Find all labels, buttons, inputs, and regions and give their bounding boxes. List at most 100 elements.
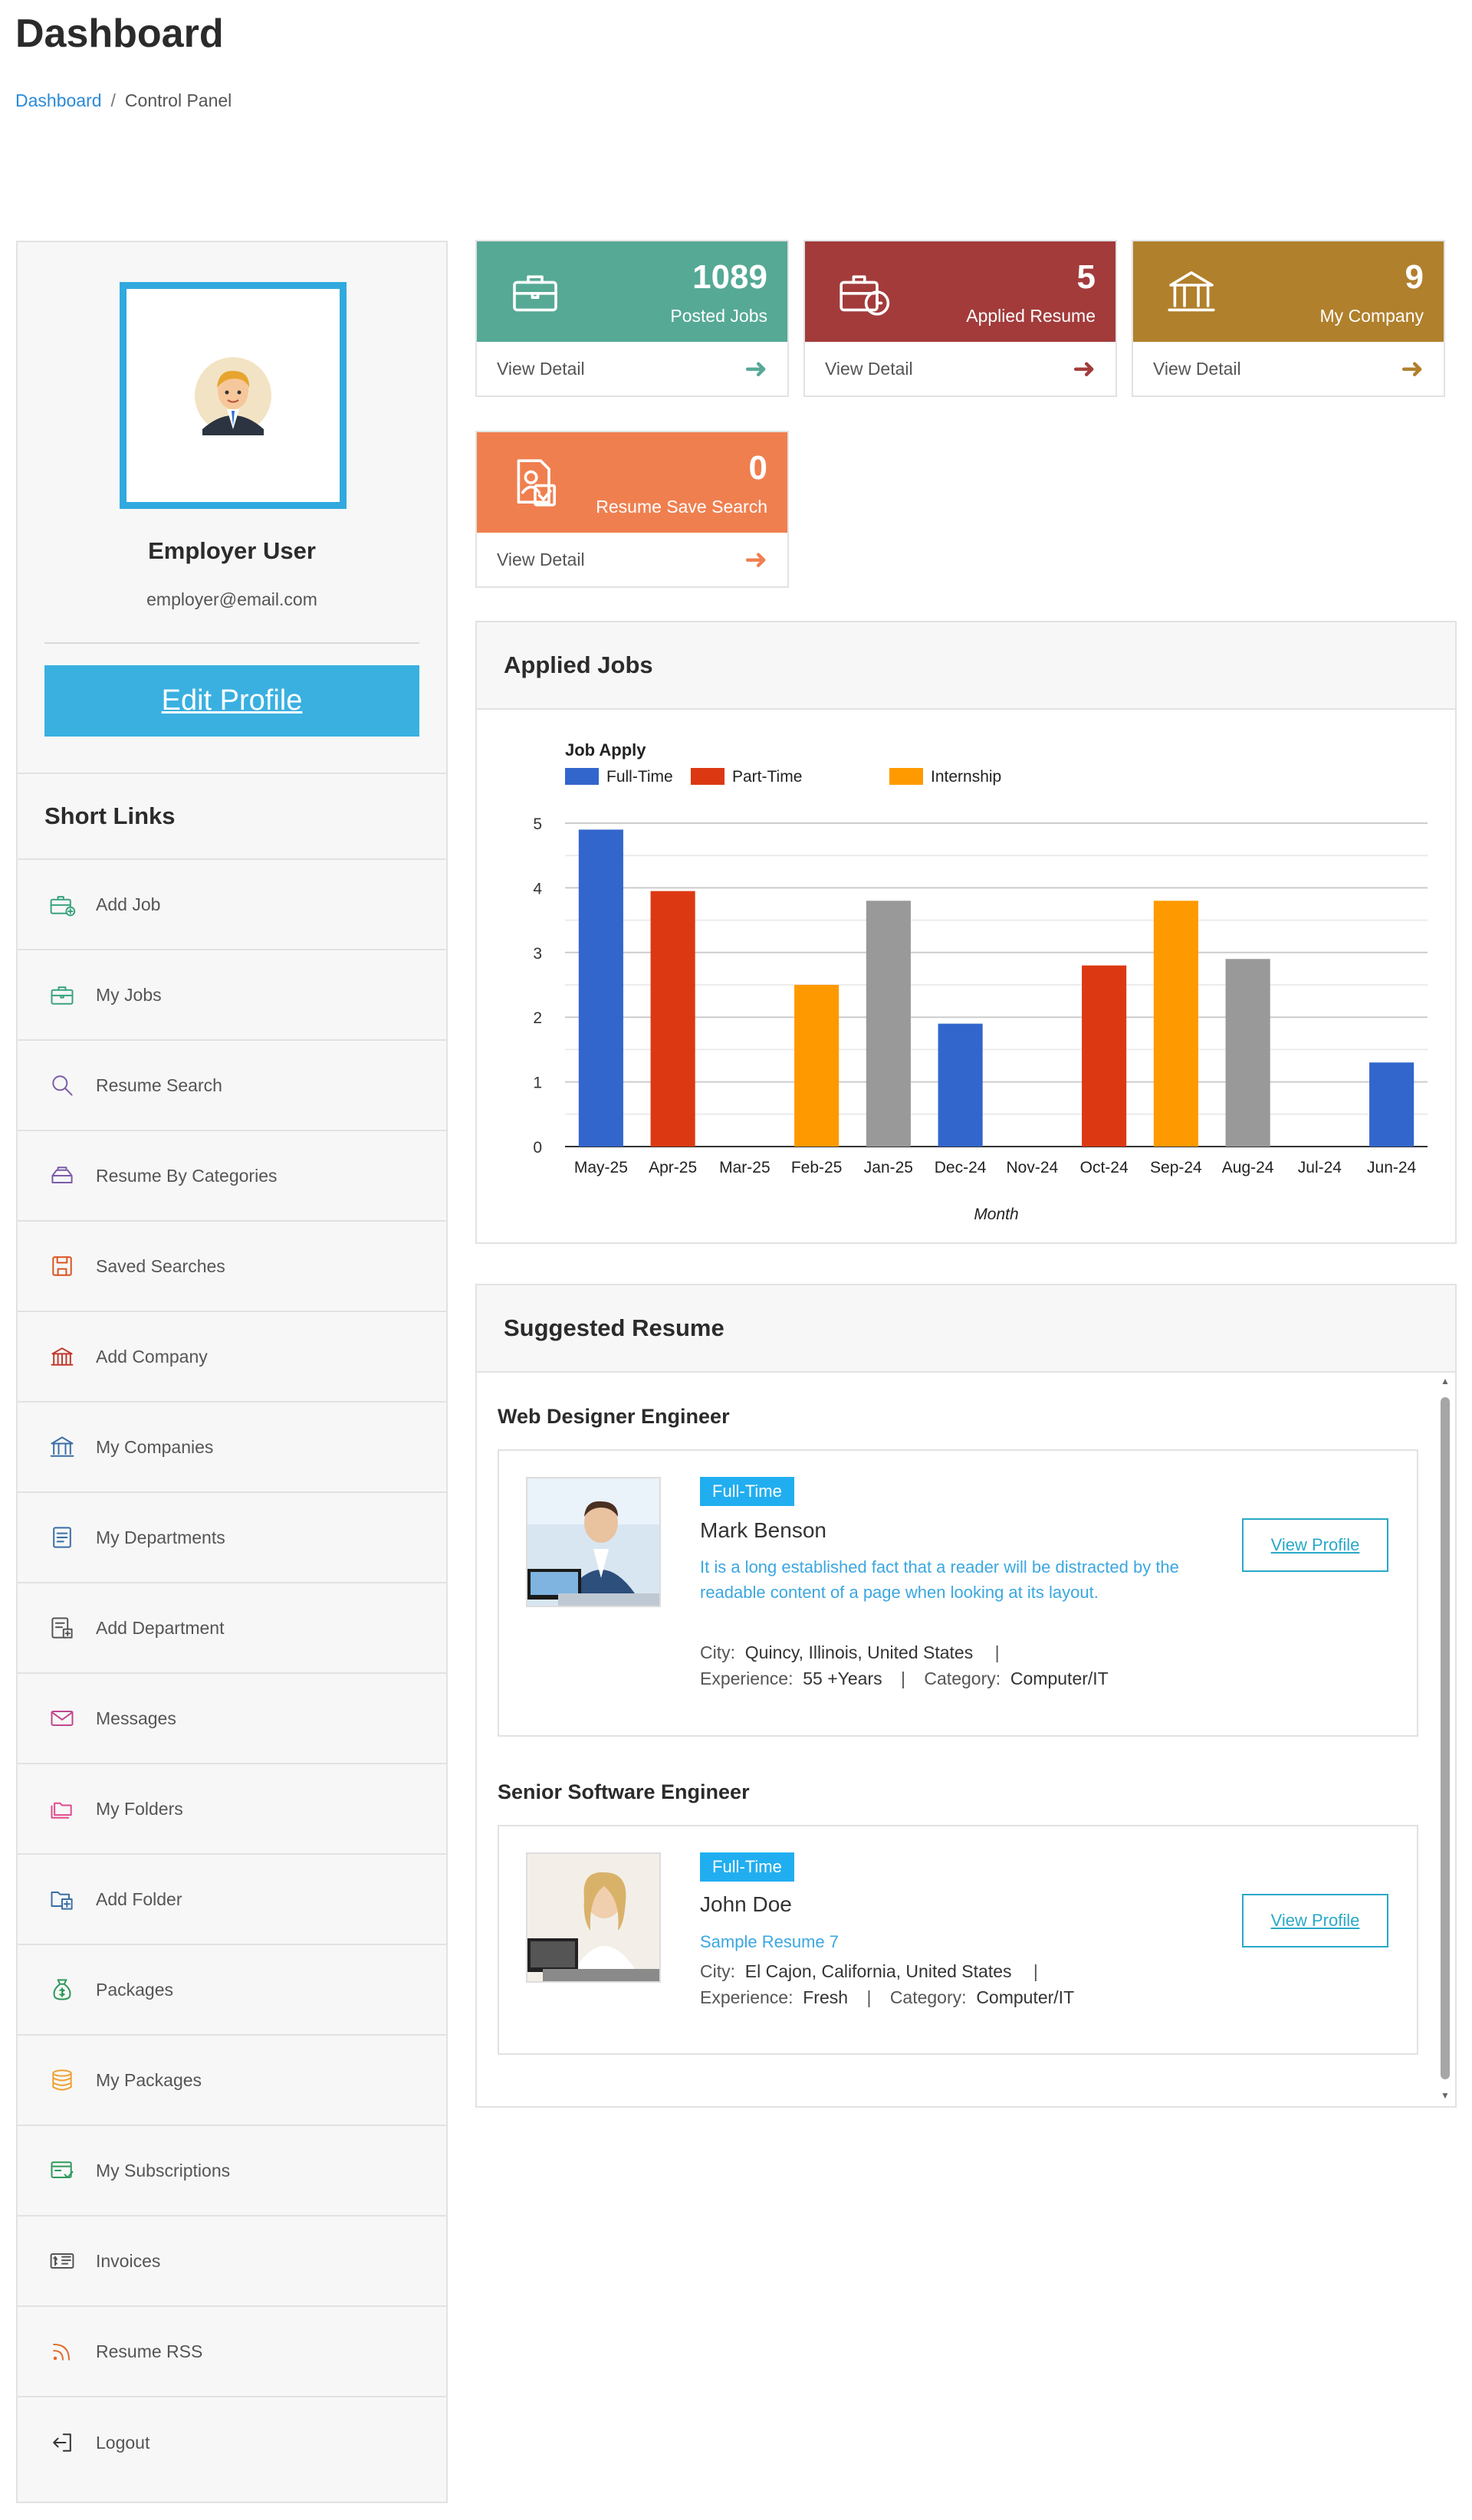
bar-jan-25[interactable] <box>866 901 911 1147</box>
scroll-up-arrow-icon[interactable]: ▲ <box>1440 1376 1451 1386</box>
bar-oct-24[interactable] <box>1082 965 1127 1147</box>
sidebar-item-label: My Packages <box>96 2069 202 2090</box>
sidebar-item-add-folder[interactable]: Add Folder <box>18 1855 446 1945</box>
x-tick-label: May-25 <box>574 1159 628 1176</box>
candidate-experience: Experience: 55 +Years | Category: Comput… <box>700 1669 1109 1688</box>
bar-feb-25[interactable] <box>794 985 840 1147</box>
x-tick-label: Nov-24 <box>1007 1159 1059 1176</box>
view-detail-label: View Detail <box>825 358 913 379</box>
sidebar-item-label: Logout <box>96 2432 150 2453</box>
search-icon <box>47 1070 77 1101</box>
scroll-down-arrow-icon[interactable]: ▼ <box>1440 2090 1451 2101</box>
city-value: Quincy, Illinois, United States <box>744 1642 974 1662</box>
city-value: El Cajon, California, United States <box>744 1961 1012 1981</box>
sidebar-item-logout[interactable]: Logout <box>18 2397 446 2488</box>
sidebar-item-label: Resume Search <box>96 1075 222 1095</box>
profile-card: Employer User employer@email.com Edit Pr… <box>18 242 446 774</box>
y-tick-label: 1 <box>533 1075 542 1092</box>
subscription-icon <box>47 2155 77 2186</box>
resume-search-icon <box>508 455 563 514</box>
candidate-city: City: El Cajon, California, United State… <box>700 1961 1038 1981</box>
sidebar-item-my-packages[interactable]: My Packages <box>18 2036 446 2126</box>
sidebar-item-label: My Folders <box>96 1798 183 1819</box>
stat-value: 0 <box>748 449 767 487</box>
arrow-right-icon: ➜ <box>1072 353 1096 384</box>
x-tick-label: Aug-24 <box>1222 1159 1274 1176</box>
sidebar-item-label: My Jobs <box>96 984 162 1005</box>
view-detail-link[interactable]: View Detail ➜ <box>805 342 1116 395</box>
sidebar-item-my-subscriptions[interactable]: My Subscriptions <box>18 2126 446 2216</box>
sidebar-item-label: Packages <box>96 1979 174 2000</box>
x-tick-label: Jan-25 <box>864 1159 913 1176</box>
sidebar-item-invoices[interactable]: Invoices <box>18 2216 446 2307</box>
scrollbar-thumb[interactable] <box>1441 1397 1450 2079</box>
view-profile-button[interactable]: View Profile <box>1242 1894 1388 1947</box>
logout-icon <box>47 2427 77 2458</box>
legend-label: Internship <box>931 768 1001 786</box>
sidebar-item-my-companies[interactable]: My Companies <box>18 1403 446 1493</box>
money-bag-icon <box>47 1974 77 2005</box>
sidebar-item-my-folders[interactable]: My Folders <box>18 1764 446 1855</box>
x-tick-label: Feb-25 <box>791 1159 843 1176</box>
legend-swatch <box>565 768 599 785</box>
experience-label: Experience: <box>700 1669 794 1688</box>
bar-apr-25[interactable] <box>650 891 695 1147</box>
sidebar-item-my-jobs[interactable]: My Jobs <box>18 950 446 1041</box>
resume-photo <box>526 1477 661 1607</box>
sidebar-item-my-departments[interactable]: My Departments <box>18 1493 446 1583</box>
view-detail-label: View Detail <box>497 549 585 569</box>
sidebar-item-packages[interactable]: Packages <box>18 1945 446 2036</box>
job-type-badge: Full-Time <box>700 1852 794 1882</box>
stat-card-header: 1089 Posted Jobs <box>477 241 787 342</box>
stat-card-posted-jobs: 1089 Posted Jobs View Detail ➜ <box>475 240 789 397</box>
bar-may-25[interactable] <box>578 829 623 1147</box>
view-detail-label: View Detail <box>497 358 585 379</box>
sidebar-item-label: Resume By Categories <box>96 1165 278 1186</box>
resume-card: Full-Time John Doe Sample Resume 7 City:… <box>498 1825 1418 2055</box>
bar-aug-24[interactable] <box>1225 959 1270 1147</box>
sidebar-item-add-job[interactable]: Add Job <box>18 860 446 950</box>
x-tick-label: Oct-24 <box>1080 1159 1129 1176</box>
category-label: Category: <box>889 1987 967 2007</box>
sidebar-item-resume-rss[interactable]: Resume RSS <box>18 2307 446 2397</box>
resume-photo <box>526 1852 661 1983</box>
sidebar-item-label: My Subscriptions <box>96 2160 231 2180</box>
view-detail-link[interactable]: View Detail ➜ <box>1133 342 1444 395</box>
experience-label: Experience: <box>700 1987 794 2007</box>
resume-group-title: Senior Software Engineer <box>498 1780 750 1803</box>
sidebar-item-resume-search[interactable]: Resume Search <box>18 1041 446 1131</box>
suggested-resume-title: Suggested Resume <box>477 1285 1455 1373</box>
stat-label: Applied Resume <box>966 306 1096 326</box>
edit-profile-button[interactable]: Edit Profile <box>44 665 419 737</box>
sidebar-item-messages[interactable]: Messages <box>18 1674 446 1764</box>
sidebar-item-label: Messages <box>96 1708 176 1728</box>
sidebar-item-saved-searches[interactable]: Saved Searches <box>18 1222 446 1312</box>
x-tick-label: Sep-24 <box>1150 1159 1202 1176</box>
resume-scrollbar[interactable]: ▲ ▼ <box>1440 1376 1451 2101</box>
company-add-icon <box>47 1341 77 1372</box>
bar-jun-24[interactable] <box>1369 1062 1414 1147</box>
bar-sep-24[interactable] <box>1153 901 1198 1147</box>
sidebar-item-resume-by-categories[interactable]: Resume By Categories <box>18 1131 446 1222</box>
view-profile-button[interactable]: View Profile <box>1242 1518 1388 1572</box>
category-value: Computer/IT <box>1010 1669 1109 1688</box>
city-label: City: <box>700 1642 735 1662</box>
view-detail-link[interactable]: View Detail ➜ <box>477 342 787 395</box>
sidebar-item-add-department[interactable]: Add Department <box>18 1583 446 1674</box>
profile-email: employer@email.com <box>146 589 317 609</box>
sidebar-item-label: Add Folder <box>96 1888 182 1909</box>
bar-dec-24[interactable] <box>938 1023 983 1147</box>
suggested-resume-panel: Suggested Resume Web Designer Engineer F… <box>475 1284 1457 2108</box>
briefcase-icon <box>47 979 77 1010</box>
arrow-right-icon: ➜ <box>1400 353 1424 384</box>
view-detail-link[interactable]: View Detail ➜ <box>477 533 787 586</box>
sidebar-item-add-company[interactable]: Add Company <box>18 1312 446 1403</box>
stat-value: 1089 <box>692 258 767 296</box>
document-icon <box>47 1522 77 1553</box>
breadcrumb-home-link[interactable]: Dashboard <box>15 90 102 110</box>
document-add-icon <box>47 1613 77 1643</box>
bank-icon <box>47 1432 77 1462</box>
stat-card-header: 9 My Company <box>1133 241 1444 342</box>
rss-icon <box>47 2336 77 2367</box>
legend-label: Full-Time <box>606 768 673 786</box>
